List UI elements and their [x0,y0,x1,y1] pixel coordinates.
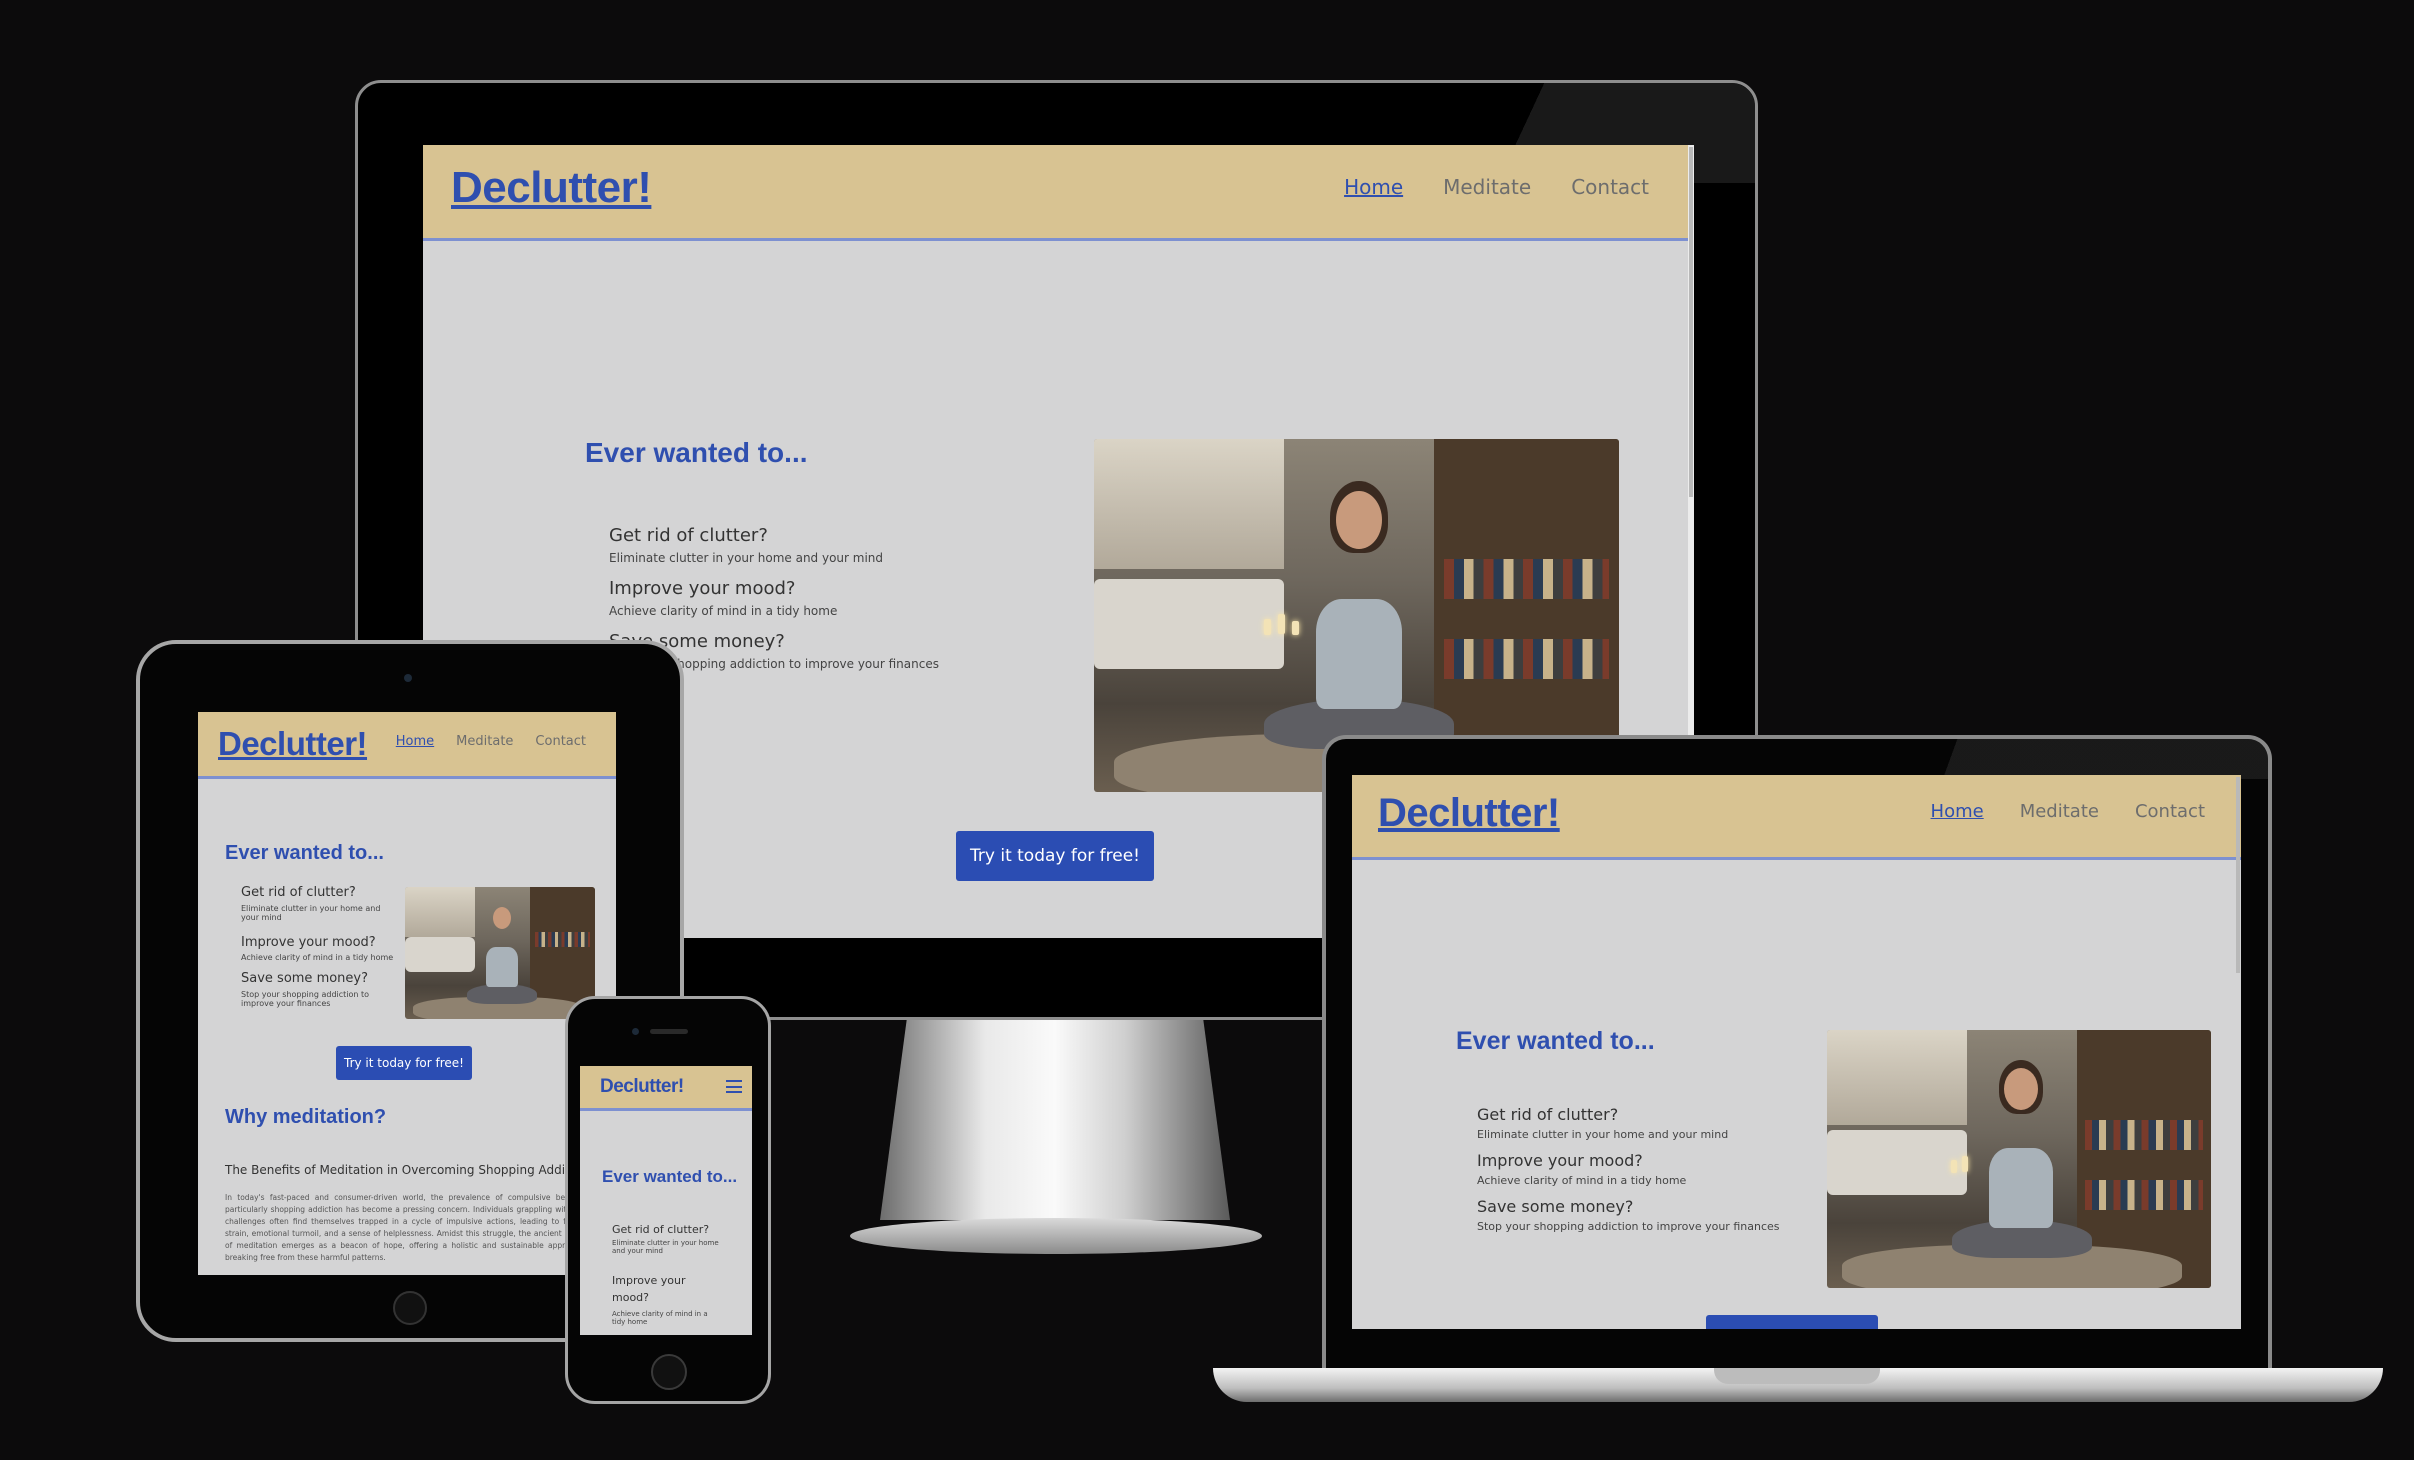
item-sub-3: Stop your shopping addiction to improve … [1477,1220,1780,1233]
phone-camera [632,1028,639,1035]
site-header: Declutter! Home Meditate Contact [423,145,1694,241]
main-nav: Home Meditate Contact [396,734,586,749]
nav-home[interactable]: Home [396,734,434,749]
laptop-notch [1714,1368,1880,1384]
hero-heading: Ever wanted to... [225,842,384,864]
why-heading: Why meditation? [225,1106,387,1128]
article-body: In today's fast-paced and consumer-drive… [225,1193,595,1262]
item-title-2: Improve your mood? [1477,1151,1643,1170]
monitor-base [850,1218,1262,1254]
site-header: Declutter! Home Meditate Contact [198,712,616,779]
hamburger-menu-icon[interactable] [726,1080,742,1093]
laptop-screen: Declutter! Home Meditate Contact Ever wa… [1352,775,2241,1329]
laptop-glare [1900,739,2268,779]
tablet-home-button[interactable] [393,1291,427,1325]
item-sub-1: Eliminate clutter in your home and your … [241,904,381,922]
nav-contact[interactable]: Contact [2135,801,2205,822]
hero-heading: Ever wanted to... [602,1167,738,1186]
cta-button[interactable]: Try it today for free! [336,1046,472,1080]
item-sub-3: Stop your shopping addiction to improve … [241,990,370,1008]
scrollbar-thumb[interactable] [1689,147,1693,497]
item-title-3: Save some money? [241,971,369,986]
item-title-1: Get rid of clutter? [609,525,768,546]
item-title-2: Improve your mood? [609,578,796,599]
item-title-2: Improve your mood? [241,935,376,950]
site-logo[interactable]: Declutter! [1378,791,1560,836]
article-title: The Benefits of Meditation in Overcoming… [225,1163,595,1177]
item-title-1: Get rid of clutter? [241,885,356,900]
main-nav: Home Meditate Contact [1344,175,1649,199]
item-sub-1: Eliminate clutter in your home and your … [612,1239,719,1255]
cta-button[interactable]: Try it today for free! [956,831,1154,881]
nav-meditate[interactable]: Meditate [2020,801,2099,822]
nav-contact[interactable]: Contact [535,734,586,749]
tablet-screen: Declutter! Home Meditate Contact Ever wa… [198,712,616,1275]
item-sub-1: Eliminate clutter in your home and your … [609,551,884,565]
meditation-photo [1827,1030,2211,1288]
item-sub-2: Achieve clarity of mind in a tidy home [609,604,838,618]
nav-home[interactable]: Home [1931,801,1984,822]
tablet-camera [404,674,412,682]
nav-home[interactable]: Home [1344,175,1403,199]
main-nav: Home Meditate Contact [1931,801,2205,822]
phone-screen: Declutter! Ever wanted to... Get rid of … [580,1066,752,1335]
item-title-2: Improve your mood? [612,1274,686,1304]
site-logo[interactable]: Declutter! [218,725,368,763]
item-title-1: Get rid of clutter? [612,1223,710,1236]
nav-contact[interactable]: Contact [1571,175,1649,199]
site-header: Declutter! Home Meditate Contact [1352,775,2241,860]
site-header: Declutter! [580,1066,752,1111]
phone-home-button[interactable] [651,1354,687,1390]
item-sub-2: Achieve clarity of mind in a tidy home [1477,1174,1687,1187]
site-logo[interactable]: Declutter! [600,1076,684,1098]
monitor-stand [880,1010,1230,1220]
item-sub-2: Achieve clarity of mind in a tidy home [241,953,394,962]
item-sub-2: Achieve clarity of mind in a tidy home [612,1310,708,1326]
phone-speaker [650,1029,688,1034]
hero-heading: Ever wanted to... [585,437,808,468]
item-sub-1: Eliminate clutter in your home and your … [1477,1128,1729,1141]
hero-heading: Ever wanted to... [1456,1027,1655,1055]
nav-meditate[interactable]: Meditate [1443,175,1531,199]
item-title-3: Save some money? [1477,1197,1634,1216]
meditation-photo [405,887,595,1019]
item-title-1: Get rid of clutter? [1477,1105,1619,1124]
nav-meditate[interactable]: Meditate [456,734,513,749]
scrollbar-thumb[interactable] [2236,777,2240,973]
site-logo[interactable]: Declutter! [451,163,652,213]
cta-button[interactable] [1706,1315,1878,1329]
